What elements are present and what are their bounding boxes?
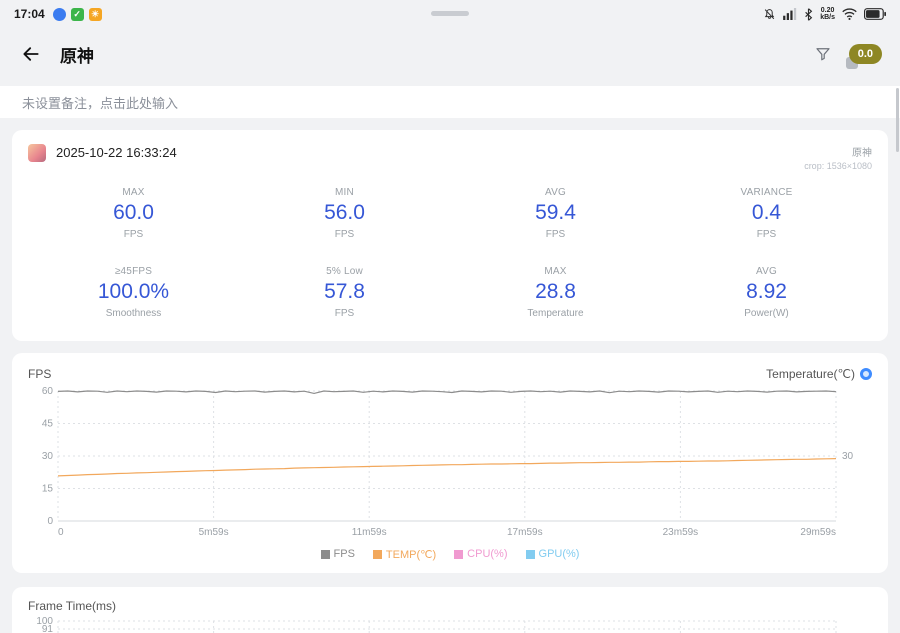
back-arrow-icon <box>23 47 39 61</box>
svg-text:45: 45 <box>42 419 54 430</box>
page-title: 原神 <box>60 46 94 66</box>
remark-input[interactable]: 未设置备注，点击此处输入 <box>0 86 900 118</box>
stat-smoothness: ≥45FPS 100.0% Smoothness <box>97 266 170 319</box>
bluetooth-icon <box>805 7 813 21</box>
stat-avg-fps: AVG 59.4 FPS <box>535 187 576 240</box>
notification-icon-orange: ☀ <box>88 7 102 21</box>
legend-item-temp[interactable]: TEMP(℃) <box>372 548 436 561</box>
stat-avg-power: AVG 8.92 Power(W) <box>744 266 789 319</box>
scrollbar[interactable] <box>896 88 899 152</box>
session-stats-card: 2025-10-22 16:33:24 原神 crop: 1536×1080 M… <box>12 130 888 341</box>
stats-grid: MAX 60.0 FPS MIN 56.0 FPS AVG 59.4 FPS VARIANC… <box>28 187 872 319</box>
notification-icon-check: ✓ <box>70 7 84 21</box>
fps-axis-label: FPS <box>28 367 52 381</box>
legend-swatch-fps <box>320 549 330 559</box>
svg-text:23m59s: 23m59s <box>663 527 699 538</box>
fps-temperature-chart[interactable]: 0 5m59s 11m59s 17m59s 23m59s 29m59s 60 45 30 15 0 3… <box>28 383 872 543</box>
wifi-icon <box>842 8 857 20</box>
notification-icons: ✓ ☀ <box>52 7 102 21</box>
legend-item-cpu[interactable]: CPU(%) <box>454 548 508 560</box>
status-icons: 0.20 kB/s <box>763 7 886 21</box>
svg-text:29m59s: 29m59s <box>800 527 836 538</box>
legend-item-gpu[interactable]: GPU(%) <box>525 548 579 560</box>
filter-funnel-icon <box>816 48 830 61</box>
temperature-axis-label: Temperature(℃) <box>766 367 855 381</box>
session-app-name: 原神 <box>852 148 872 159</box>
floating-fps-widget[interactable]: 0.0 <box>845 44 882 69</box>
svg-text:0: 0 <box>58 527 64 538</box>
status-bar: 17:04 ✓ ☀ 0.20 kB/s <box>0 0 900 28</box>
network-speed: 0.20 kB/s <box>820 7 835 21</box>
signal-icon <box>783 8 797 20</box>
stat-max-fps: MAX 60.0 FPS <box>113 187 154 240</box>
svg-text:11m59s: 11m59s <box>352 527 387 538</box>
svg-text:30: 30 <box>842 451 854 462</box>
stat-max-temperature: MAX 28.8 Temperature <box>527 266 584 319</box>
svg-text:60: 60 <box>42 386 54 397</box>
legend-swatch-cpu <box>454 549 464 559</box>
camera-notch <box>431 11 469 16</box>
chart-legend: FPS TEMP(℃) CPU(%) GPU(%) <box>28 543 872 565</box>
notification-icon-blue <box>52 7 66 21</box>
fps-overlay-badge: 0.0 <box>848 44 882 64</box>
svg-text:15: 15 <box>42 484 54 495</box>
stat-5pct-low: 5% Low 57.8 FPS <box>324 266 365 319</box>
svg-text:30: 30 <box>42 451 54 462</box>
frame-time-card: Frame Time(ms) 05m59s11m59s17m59s23m59s2… <box>12 587 888 633</box>
battery-icon <box>864 8 886 20</box>
svg-text:17m59s: 17m59s <box>507 527 543 538</box>
legend-swatch-temp <box>372 549 382 559</box>
avatar <box>28 144 46 162</box>
session-timestamp: 2025-10-22 16:33:24 <box>56 145 177 160</box>
mute-bell-icon <box>765 8 775 19</box>
network-speed-unit: kB/s <box>820 14 835 21</box>
svg-text:0: 0 <box>47 516 53 527</box>
stat-variance: VARIANCE 0.4 FPS <box>740 187 793 240</box>
fps-chart-card: FPS Temperature(℃) 0 5m59s 11m59s 17m59s 23m… <box>12 353 888 573</box>
frame-time-chart[interactable]: 05m59s11m59s17m59s23m59s29m59s1009183756… <box>28 616 872 633</box>
legend-item-fps[interactable]: FPS <box>320 548 355 560</box>
legend-swatch-gpu <box>525 549 535 559</box>
network-speed-value: 0.20 <box>820 7 835 14</box>
filter-button[interactable] <box>814 45 832 63</box>
frame-time-label: Frame Time(ms) <box>28 599 116 613</box>
temperature-axis-icon[interactable] <box>860 368 872 380</box>
clock: 17:04 <box>14 7 45 21</box>
app-header: 原神 0.0 <box>0 28 900 80</box>
svg-text:5m59s: 5m59s <box>199 527 229 538</box>
back-button[interactable] <box>18 41 44 67</box>
stat-min-fps: MIN 56.0 FPS <box>324 187 365 240</box>
session-crop: crop: 1536×1080 <box>804 161 872 171</box>
